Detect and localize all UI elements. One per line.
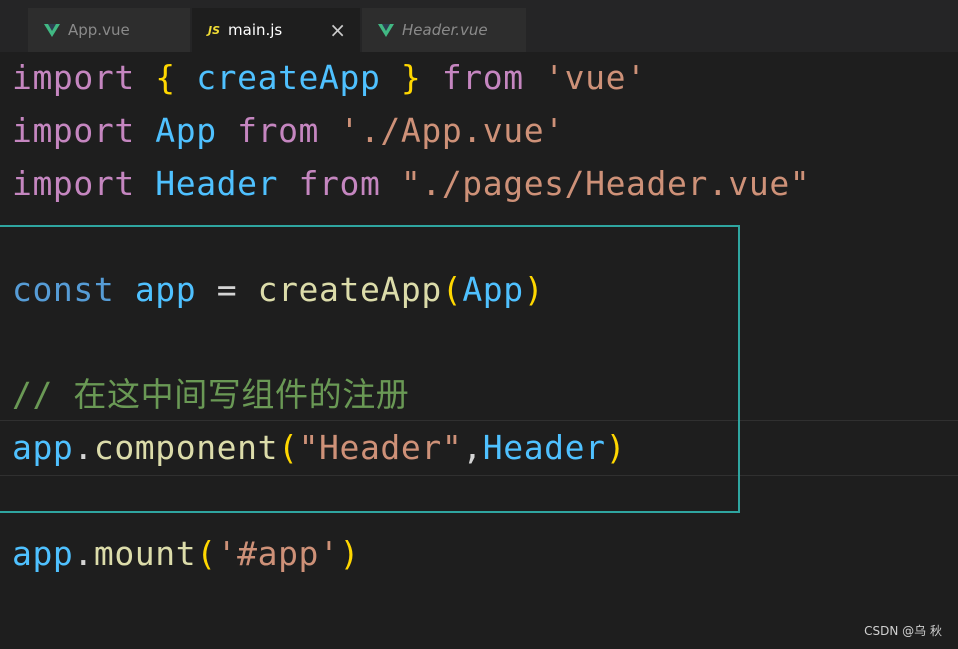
code-line-7: app.mount('#app')	[12, 534, 360, 573]
tab-main-js[interactable]: JS main.js ×	[192, 8, 360, 52]
js-file-icon: JS	[208, 23, 221, 37]
vue-file-icon	[378, 23, 394, 37]
code-line-3: import Header from "./pages/Header.vue"	[12, 164, 811, 203]
tab-app-vue[interactable]: App.vue	[28, 8, 190, 52]
code-line-1: import { createApp } from 'vue'	[12, 58, 647, 97]
close-icon[interactable]: ×	[329, 18, 346, 42]
highlight-box	[0, 225, 740, 513]
watermark: CSDN @乌 秋	[864, 624, 942, 638]
tab-header-vue[interactable]: Header.vue	[362, 8, 526, 52]
editor-tab-bar: App.vue JS main.js × Header.vue	[0, 0, 958, 52]
tab-label: main.js	[228, 21, 283, 39]
vue-file-icon	[44, 23, 60, 37]
tab-label: App.vue	[68, 21, 130, 39]
tab-label: Header.vue	[402, 21, 488, 39]
code-line-2: import App from './App.vue'	[12, 111, 565, 150]
